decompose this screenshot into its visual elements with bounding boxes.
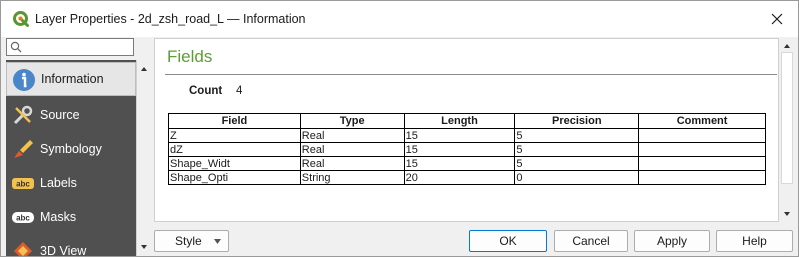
section-divider (165, 74, 777, 75)
sidebar-item-label: 3D View (40, 244, 87, 256)
column-header-field: Field (168, 113, 301, 129)
scroll-up-arrow-icon[interactable] (782, 41, 792, 51)
svg-text:abc: abc (16, 214, 30, 223)
ok-button-label: OK (499, 234, 517, 248)
info-icon (13, 69, 35, 91)
sidebar-item-3d-view[interactable]: 3D View (6, 234, 136, 256)
style-button-label: Style (175, 234, 202, 248)
table-row: Z Real 15 5 (168, 128, 766, 143)
table-cell: 5 (514, 142, 640, 157)
table-cell: 15 (403, 156, 516, 171)
table-row: Shape_Opti String 20 0 (168, 170, 766, 185)
symbology-brush-icon (14, 140, 33, 158)
main-scrollbar[interactable] (780, 38, 794, 222)
table-cell (638, 128, 766, 143)
sidebar-item-source[interactable]: Source (6, 98, 136, 132)
sidebar-item-masks[interactable]: abc Masks (6, 200, 136, 234)
table-cell: String (299, 170, 405, 185)
sidebar-item-label: Masks (40, 210, 77, 224)
table-cell: 20 (403, 170, 516, 185)
table-cell: Real (299, 128, 405, 143)
table-row: dZ Real 15 5 (168, 142, 766, 157)
table-cell: Z (168, 128, 301, 143)
table-header-row: Field Type Length Precision Comment (168, 113, 766, 129)
sidebar-item-label: Labels (40, 176, 77, 190)
scroll-up-arrow-icon[interactable] (139, 64, 149, 74)
column-header-length: Length (403, 113, 516, 129)
column-header-type: Type (299, 113, 405, 129)
sidebar-item-symbology[interactable]: Symbology (6, 132, 136, 166)
count-label: Count (189, 85, 223, 97)
qgis-logo-icon (13, 11, 29, 27)
table-cell: dZ (168, 142, 301, 157)
table-cell: Shape_Opti (168, 170, 301, 185)
scroll-down-arrow-icon[interactable] (782, 209, 792, 219)
table-cell: Real (299, 156, 405, 171)
fields-table: Field Type Length Precision Comment Z Re… (168, 113, 766, 185)
sidebar-item-labels[interactable]: abc Labels (6, 166, 136, 200)
close-icon (771, 13, 783, 25)
help-button-label: Help (742, 234, 767, 248)
abc-masks-icon: abc (12, 212, 34, 223)
sidebar-item-information[interactable]: Information (6, 62, 136, 96)
table-cell (638, 156, 766, 171)
scroll-down-arrow-icon[interactable] (139, 242, 149, 252)
apply-button-label: Apply (656, 234, 688, 248)
search-input[interactable] (6, 38, 134, 56)
cancel-button-label: Cancel (572, 234, 610, 248)
source-tools-icon (13, 105, 33, 125)
window-title: Layer Properties - 2d_zsh_road_L — Infor… (35, 12, 306, 26)
svg-text:abc: abc (16, 180, 30, 189)
table-row: Shape_Widt Real 15 5 (168, 156, 766, 171)
sidebar: Information Source Symbology abc Labels (6, 60, 136, 256)
style-dropdown-button[interactable]: Style (154, 230, 229, 252)
help-button[interactable]: Help (716, 230, 793, 252)
close-button[interactable] (756, 1, 798, 37)
sidebar-item-label: Source (40, 108, 80, 122)
count-value: 4 (236, 85, 243, 97)
column-header-precision: Precision (514, 113, 640, 129)
column-header-comment: Comment (638, 113, 766, 129)
table-cell: 0 (514, 170, 640, 185)
scrollbar-thumb[interactable] (781, 52, 793, 184)
search-icon (10, 41, 22, 53)
ok-button[interactable]: OK (469, 230, 547, 252)
cancel-button[interactable]: Cancel (554, 230, 628, 252)
sidebar-item-label: Information (41, 72, 104, 86)
table-cell: 15 (403, 142, 516, 157)
apply-button[interactable]: Apply (634, 230, 710, 252)
abc-labels-icon: abc (12, 178, 34, 189)
layer-properties-window: Layer Properties - 2d_zsh_road_L — Infor… (0, 0, 799, 257)
information-panel: Fields Count 4 Field Type Length Precisi… (154, 38, 779, 222)
sidebar-scrollbar[interactable] (136, 60, 150, 256)
table-cell: 5 (514, 128, 640, 143)
table-cell: 15 (403, 128, 516, 143)
table-cell: Real (299, 142, 405, 157)
table-cell: Shape_Widt (168, 156, 301, 171)
chevron-down-icon (214, 239, 221, 244)
3d-view-icon (14, 242, 32, 256)
table-cell (638, 170, 766, 185)
sidebar-item-label: Symbology (40, 142, 102, 156)
table-cell (638, 142, 766, 157)
table-cell: 5 (514, 156, 640, 171)
section-title: Fields (167, 47, 213, 66)
title-bar: Layer Properties - 2d_zsh_road_L — Infor… (1, 1, 798, 37)
